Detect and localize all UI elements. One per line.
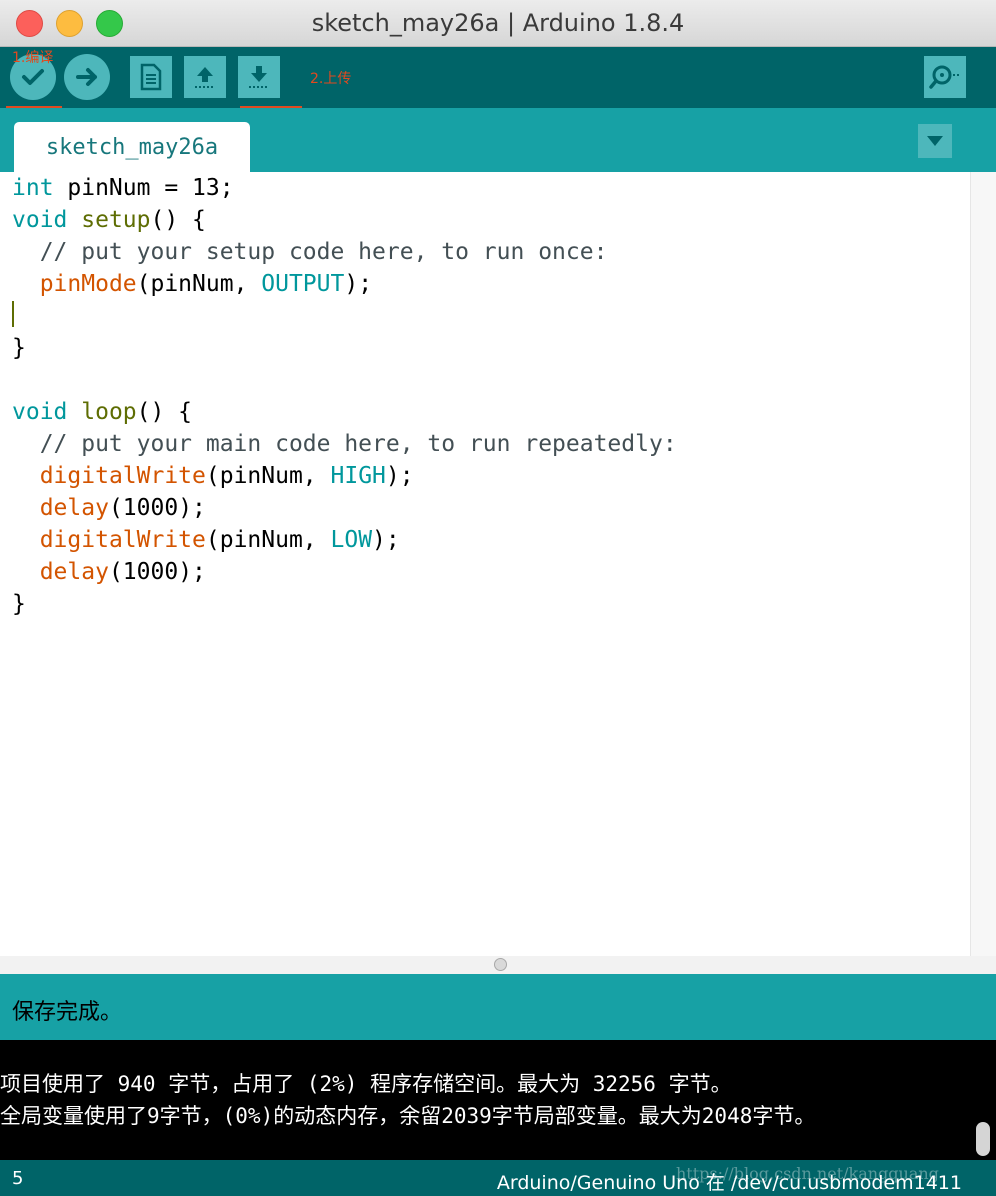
triangle-down-icon <box>927 136 943 146</box>
code-token: (pinNum, <box>205 463 331 489</box>
code-line[interactable]: int pinNum = 13; <box>12 172 677 204</box>
code-line[interactable]: delay(1000); <box>12 492 677 524</box>
code-token: () { <box>150 207 206 233</box>
code-line[interactable]: delay(1000); <box>12 556 677 588</box>
upload-button[interactable] <box>64 54 110 100</box>
tab-sketch[interactable]: sketch_may26a <box>14 122 250 172</box>
code-token: (1000); <box>108 495 206 521</box>
code-line[interactable]: digitalWrite(pinNum, HIGH); <box>12 460 677 492</box>
new-sketch-button[interactable] <box>130 56 172 98</box>
compile-annotation: 1.编译 <box>12 50 54 66</box>
status-message: 保存完成。 <box>12 1000 123 1025</box>
right-arrow-icon <box>76 68 97 86</box>
code-line[interactable]: void loop() { <box>12 396 677 428</box>
code-line[interactable]: pinMode(pinNum, OUTPUT); <box>12 268 677 300</box>
splitter[interactable] <box>0 956 996 974</box>
code-text[interactable]: int pinNum = 13; void setup() { // put yo… <box>12 172 677 620</box>
code-token: (pinNum, <box>205 527 331 553</box>
code-token: void <box>12 207 68 233</box>
console-scrollbar[interactable] <box>970 1040 996 1160</box>
tab-menu-button[interactable] <box>918 124 952 158</box>
code-token: // put your setup code here, to run once… <box>12 239 608 265</box>
code-token: LOW <box>330 527 373 553</box>
code-token: (1000); <box>108 559 206 585</box>
checkmark-icon <box>22 69 44 85</box>
code-token: int <box>12 175 54 201</box>
editor-scrollbar[interactable] <box>970 172 996 956</box>
up-arrow-icon <box>195 67 215 88</box>
title-bar: sketch_may26a | Arduino 1.8.4 <box>0 0 996 47</box>
code-line[interactable] <box>12 300 677 332</box>
splitter-handle[interactable] <box>494 958 507 971</box>
line-number: 5 <box>12 1168 24 1189</box>
open-sketch-button[interactable] <box>184 56 226 98</box>
watermark: https://blog.csdn.net/kangquang <box>676 1164 939 1183</box>
code-token: setup <box>81 207 151 233</box>
status-bar: 保存完成。 <box>0 974 996 1040</box>
code-token: ); <box>385 463 414 489</box>
console-scroll-thumb[interactable] <box>976 1122 990 1156</box>
code-token: pinNum = 13; <box>53 175 234 201</box>
down-arrow-icon <box>249 66 269 88</box>
code-token: pinMode <box>39 271 137 297</box>
code-line[interactable] <box>12 364 677 396</box>
code-token: loop <box>81 399 137 425</box>
code-token: ); <box>372 527 400 553</box>
code-token: digitalWrite <box>39 527 206 553</box>
code-token: () { <box>136 399 193 425</box>
code-token: ); <box>344 271 373 297</box>
code-token: HIGH <box>330 463 386 489</box>
code-token: } <box>12 335 26 361</box>
code-line[interactable]: } <box>12 588 677 620</box>
upload-annotation: 2.上传 <box>310 71 352 87</box>
code-token: } <box>12 591 26 617</box>
console-line: 全局变量使用了9字节，(0%)的动态内存，余留2039字节局部变量。最大为204… <box>0 1104 816 1128</box>
toolbar: 1.编译 2.上传 <box>0 47 996 108</box>
code-token: delay <box>39 495 109 521</box>
console-output: 项目使用了 940 字节，占用了 (2%) 程序存储空间。最大为 32256 字… <box>0 1040 970 1160</box>
code-line[interactable]: // put your main code here, to run repea… <box>12 428 677 460</box>
document-icon <box>140 63 162 91</box>
tab-strip: sketch_may26a <box>0 108 996 172</box>
code-token: // put your main code here, to run repea… <box>12 431 677 457</box>
code-line[interactable]: digitalWrite(pinNum, LOW); <box>12 524 677 556</box>
text-caret <box>12 301 14 327</box>
serial-monitor-button[interactable] <box>924 56 966 98</box>
console-line: 项目使用了 940 字节，占用了 (2%) 程序存储空间。最大为 32256 字… <box>0 1072 732 1096</box>
code-token: digitalWrite <box>39 463 206 489</box>
code-token: (pinNum, <box>136 271 262 297</box>
code-editor[interactable]: int pinNum = 13; void setup() { // put yo… <box>0 172 970 956</box>
save-sketch-button[interactable] <box>238 56 280 98</box>
code-token: void <box>12 399 68 425</box>
window-title: sketch_may26a | Arduino 1.8.4 <box>311 9 685 37</box>
code-line[interactable]: } <box>12 332 677 364</box>
code-line[interactable]: void setup() { <box>12 204 677 236</box>
code-line[interactable]: // put your setup code here, to run once… <box>12 236 677 268</box>
code-token: delay <box>39 559 109 585</box>
magnifier-icon <box>929 65 959 89</box>
code-token: OUTPUT <box>261 271 345 297</box>
